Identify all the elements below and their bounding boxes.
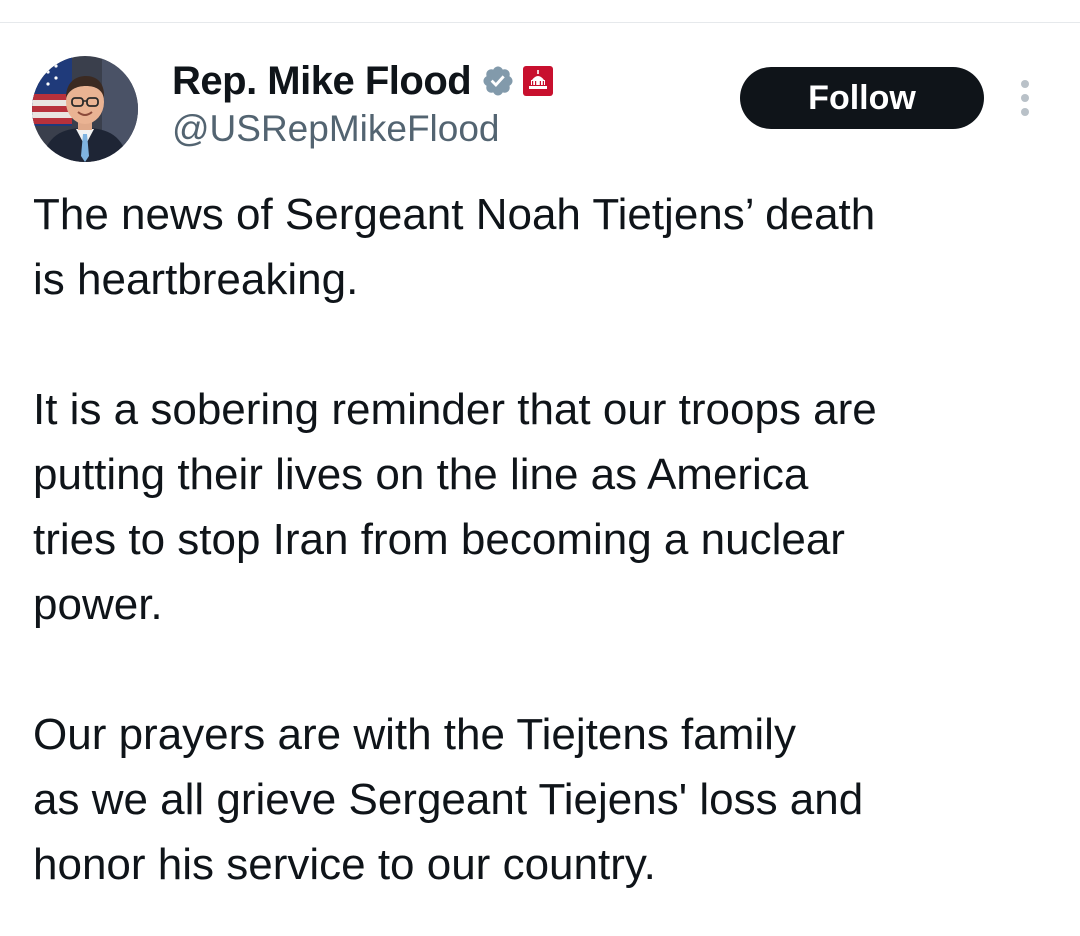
- author-display-name[interactable]: Rep. Mike Flood: [172, 59, 472, 104]
- tweet-paragraph-3: Our prayers are with the Tiejtens family…: [33, 710, 864, 889]
- congress-affiliation-icon[interactable]: [523, 66, 554, 96]
- tweet-paragraph-1: The news of Sergeant Noah Tietjens’ deat…: [33, 190, 876, 304]
- follow-button[interactable]: Follow: [740, 67, 984, 129]
- more-options-icon[interactable]: [1011, 76, 1039, 120]
- author-avatar[interactable]: [32, 56, 138, 162]
- top-divider: [0, 22, 1080, 23]
- avatar-image: [32, 56, 138, 162]
- author-handle[interactable]: @USRepMikeFlood: [172, 108, 500, 150]
- author-name-row: Rep. Mike Flood: [172, 58, 554, 104]
- tweet-text: The news of Sergeant Noah Tietjens’ deat…: [33, 182, 1053, 897]
- verified-badge-icon[interactable]: [481, 64, 515, 98]
- tweet-paragraph-2: It is a sobering reminder that our troop…: [33, 385, 877, 629]
